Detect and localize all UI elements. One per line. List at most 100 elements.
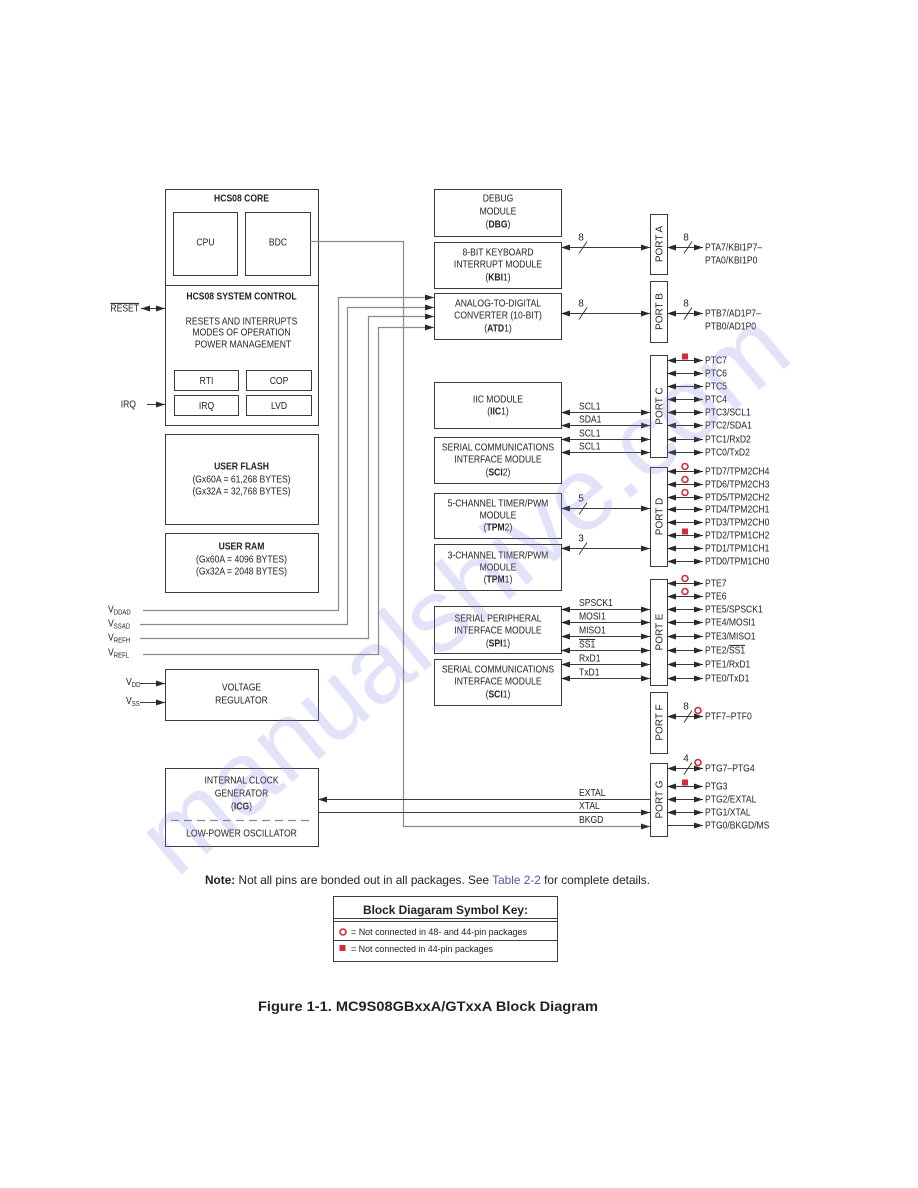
- pin-name: PTD0/TPM1CH0: [705, 556, 769, 567]
- note-text: Not all pins are bonded out in all packa…: [235, 873, 492, 887]
- abbr-suffix: 2): [505, 522, 513, 533]
- voltage-regulator-label: VOLTAGE: [222, 682, 261, 693]
- pin-row: 8 PTB7/AD1P7– PTB0/AD1P0: [667, 299, 762, 332]
- icg-label: INTERNAL CLOCK: [204, 775, 279, 786]
- abbr-bold: SCI: [488, 467, 502, 478]
- pin-label: PTE3/MISO1: [705, 631, 756, 642]
- spi1-module-block: SERIAL PERIPHERAL INTERFACE MODULE (SPI1…: [434, 597, 650, 654]
- pin-name: PTD2/TPM1CH2: [705, 530, 769, 541]
- xtal-label: XTAL: [579, 800, 600, 811]
- lvd-label: LVD: [271, 400, 287, 411]
- pin-row: PTC5: [667, 381, 727, 392]
- module-name: MODULE: [480, 510, 517, 521]
- pin-row: PTG2/EXTAL: [667, 794, 756, 805]
- abbr-suffix: 1): [505, 574, 513, 585]
- abbr-bold: TPM: [487, 522, 505, 533]
- tpm1-module-block: 3-CHANNEL TIMER/PWM MODULE (TPM1) 3: [434, 534, 650, 591]
- pin-label: PTD0/TPM1CH0: [705, 556, 769, 567]
- bus-width-label: 8: [578, 299, 584, 310]
- pin-label: PTG1/XTAL: [705, 807, 751, 818]
- flash-size: (Gx60A = 61,268 BYTES): [192, 474, 290, 485]
- subscript: REFL: [114, 652, 130, 660]
- pin-label: PTB0/AD1P0: [705, 321, 756, 332]
- pin-row: PTE7: [667, 574, 726, 589]
- port-g-block: PORT G 4 PTG7–PTG4 PTG3 PTG2/EXTAL PTG1/XTAL P…: [650, 754, 769, 837]
- abbr-bold: ATD: [487, 323, 504, 334]
- port-label: PORT B: [655, 293, 666, 330]
- port-f-block: PORT F 8 PTF7–PTF0: [650, 692, 752, 754]
- pin-label: PTC1/RxD2: [705, 434, 751, 445]
- pin-name: PTE2/: [705, 645, 729, 656]
- module-abbr: (SCI2): [486, 467, 511, 478]
- pin-label: PTC7: [705, 355, 727, 366]
- not-connected-44-pin-square-icon: [339, 945, 346, 951]
- user-ram-block: USER RAM (Gx60A = 4096 BYTES) (Gx32A = 2…: [165, 533, 319, 593]
- voltage-regulator-label: REGULATOR: [215, 695, 268, 706]
- pin-name: PTG3: [705, 781, 727, 792]
- pin-label: PTG0/BKGD/MS: [705, 820, 769, 831]
- pin-name: PTG2/EXTAL: [705, 794, 756, 805]
- module-abbr: (DBG): [486, 219, 511, 230]
- figure-caption: Figure 1-1. MC9S08GBxxA/GTxxA Block Diag…: [258, 998, 598, 1014]
- pin-label: PTD7/TPM2CH4: [705, 466, 769, 477]
- bus-width-label: 8: [683, 233, 689, 244]
- rti-label: RTI: [200, 375, 214, 386]
- bus-width-label: 8: [683, 299, 689, 310]
- abbr-bold: IIC: [490, 406, 501, 417]
- not-connected-48-44-pin-circle-icon: [681, 475, 689, 484]
- module-name: INTERFACE MODULE: [454, 454, 541, 465]
- user-flash-title: USER FLASH: [214, 461, 269, 472]
- pin-name: PTC7: [705, 355, 727, 366]
- pin-name: PTD4/TPM2CH1: [705, 504, 769, 515]
- abbr-bold: SCI: [488, 689, 502, 700]
- pin-name: PTG1/XTAL: [705, 807, 751, 818]
- vssad-line: [140, 304, 434, 626]
- signal-label: SCL1: [579, 441, 600, 452]
- pin-name: PTC3/SCL1: [705, 407, 751, 418]
- pin-row: PTE3/MISO1: [667, 631, 756, 642]
- module-abbr: (IIC1): [487, 406, 508, 417]
- module-name: SERIAL PERIPHERAL: [454, 613, 541, 624]
- ram-size: (Gx32A = 2048 BYTES): [196, 566, 287, 577]
- not-connected-48-44-pin-circle-icon: [681, 574, 689, 583]
- reset-pin-label: RESET: [110, 303, 139, 314]
- system-function: RESETS AND INTERRUPTS: [186, 316, 298, 327]
- vdd-pin-label: VDD: [126, 676, 141, 689]
- pin-label: PTC4: [705, 394, 727, 405]
- pin-label: PTE6: [705, 591, 726, 602]
- module-name: DEBUG: [483, 193, 514, 204]
- abbr-bold: ICG: [234, 801, 249, 812]
- atd-module-block: ANALOG-TO-DIGITAL CONVERTER (10-BIT) (AT…: [434, 293, 650, 340]
- pin-label: PTD4/TPM2CH1: [705, 504, 769, 515]
- abbr-suffix: ): [508, 219, 511, 230]
- table-2-2-link[interactable]: Table 2-2: [492, 873, 541, 887]
- signal-label: SCL1: [579, 428, 600, 439]
- sci2-module-block: SERIAL COMMUNICATIONS INTERFACE MODULE (…: [434, 428, 650, 484]
- bus-width-label: 4: [683, 754, 689, 765]
- pin-row: PTE6: [667, 587, 726, 602]
- vddad-pin-label: VDDAD: [108, 604, 131, 617]
- pin-name: PTE6: [705, 591, 726, 602]
- icg-block: INTERNAL CLOCK GENERATOR (ICG) LOW-POWER…: [165, 768, 319, 847]
- bus-width-label: 5: [578, 494, 584, 505]
- abbr-bold: SPI: [489, 638, 503, 649]
- pin-row: PTE1/RxD1: [667, 659, 750, 670]
- subscript: REFH: [114, 637, 131, 645]
- module-abbr: (SPI1): [486, 638, 510, 649]
- pin-name: PTE4/MOSI1: [705, 617, 756, 628]
- note-label: Note:: [205, 873, 235, 887]
- pin-name: PTD1/TPM1CH1: [705, 543, 769, 554]
- pin-name: PTE3/MISO1: [705, 631, 756, 642]
- system-function: POWER MANAGEMENT: [195, 339, 292, 350]
- bus-width-label: 8: [683, 702, 689, 713]
- ports: PORT A 8 PTA7/KBI1P7– PTA0/KBI1P0 PORT B 8 PTB…: [650, 214, 769, 837]
- paren: ): [249, 801, 252, 812]
- pin-row: PTC2/SDA1: [667, 420, 752, 431]
- pin-row: PTG3: [667, 779, 727, 792]
- pin-row: PTE2/SS1: [667, 645, 745, 656]
- pin-row: PTD6/TPM2CH3: [667, 475, 769, 490]
- pin-name: PTC0/TxD2: [705, 447, 750, 458]
- pin-row: PTC6: [667, 368, 727, 379]
- pin-label: PTD1/TPM1CH1: [705, 543, 769, 554]
- port-a-block: PORT A 8 PTA7/KBI1P7– PTA0/KBI1P0: [650, 214, 763, 275]
